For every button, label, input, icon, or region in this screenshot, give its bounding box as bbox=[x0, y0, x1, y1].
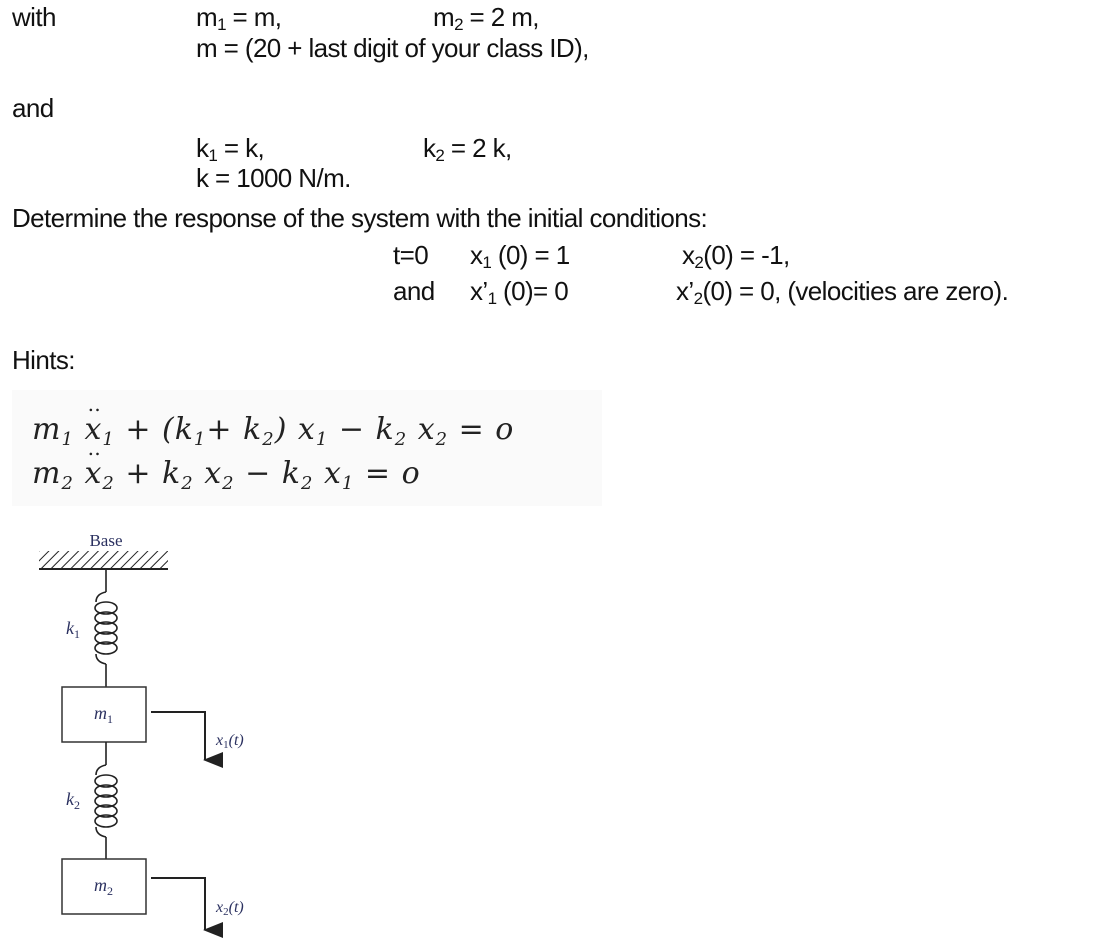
x2-value: (0) = -1, bbox=[703, 240, 790, 270]
m2-subscript: 2 bbox=[454, 15, 463, 34]
hint-equation-2: m2 x2 + k2 x2 − k2 x1 = o bbox=[32, 456, 421, 494]
eq1-k2-sub: 2 bbox=[262, 429, 275, 450]
eq1-k1-sub: 1 bbox=[193, 429, 207, 450]
eq2-minus: − k bbox=[234, 456, 301, 491]
v2-initial: x’2(0) = 0, (velocities are zero). bbox=[676, 276, 1009, 307]
m2-symbol: m bbox=[433, 2, 455, 32]
k2-symbol: k bbox=[423, 133, 436, 163]
eq2-plus: + k bbox=[114, 456, 182, 491]
k2-definition: k2 = 2 k, bbox=[423, 133, 512, 165]
eq1-x1-sub: 1 bbox=[315, 429, 329, 450]
m1-definition: m1 = m, bbox=[196, 2, 283, 34]
eq1-equals: = o bbox=[448, 412, 515, 447]
and-label: and bbox=[12, 93, 54, 123]
k2-subscript: 2 bbox=[435, 146, 445, 165]
eq2-x-sub: 2 bbox=[102, 473, 115, 494]
eq1-plus: + k bbox=[206, 412, 263, 447]
eq1-x2: x bbox=[407, 412, 436, 447]
x1-value: (0) = 1 bbox=[491, 240, 570, 270]
x1-arrow-icon bbox=[151, 711, 223, 768]
eq1-m-sub: 1 bbox=[61, 429, 74, 450]
spring-k2 bbox=[94, 742, 118, 859]
m1-symbol: m bbox=[196, 2, 218, 32]
x2-subscript: 2 bbox=[694, 253, 704, 272]
eq1-close: ) x bbox=[274, 412, 316, 447]
k2-value: = 2 k, bbox=[444, 133, 512, 163]
eq2-k2-sub: 2 bbox=[181, 473, 194, 494]
m-definition: m = (20 + last digit of your class ID), bbox=[196, 33, 589, 63]
k1-value: = k, bbox=[217, 133, 265, 163]
eq1-k2b-sub: 2 bbox=[394, 429, 408, 450]
t0-label: t=0 bbox=[393, 240, 429, 270]
x2-arrow-icon bbox=[151, 877, 223, 938]
base-label: Base bbox=[89, 531, 122, 550]
x2-initial: x2(0) = -1, bbox=[682, 240, 790, 272]
v1-initial: x’1 (0)= 0 bbox=[470, 276, 569, 307]
hint-equations-image: m1 x1 + (k1+ k2) x1 − k2 x2 = o m2 x2 + … bbox=[12, 390, 602, 506]
k-definition: k = 1000 N/m. bbox=[196, 163, 351, 193]
k2-label: k2 bbox=[66, 789, 80, 812]
hints-label: Hints: bbox=[12, 345, 75, 375]
x1-symbol: x bbox=[470, 240, 483, 270]
v2-symbol: x’ bbox=[676, 276, 694, 306]
eq1-mid: + (k bbox=[114, 412, 194, 447]
eq2-x1: x bbox=[313, 456, 342, 491]
hint-equation-1: m1 x1 + (k1+ k2) x1 − k2 x2 = o bbox=[32, 412, 515, 450]
eq1-x-sub: 1 bbox=[102, 429, 115, 450]
with-label: with bbox=[12, 2, 56, 32]
eq2-k2b-sub: 2 bbox=[300, 473, 314, 494]
k1-label: k1 bbox=[66, 618, 80, 641]
x2-label: x2(t) bbox=[215, 899, 244, 918]
spring-k1 bbox=[94, 569, 118, 687]
k1-symbol: k bbox=[196, 133, 209, 163]
eq2-x1-sub: 1 bbox=[341, 473, 355, 494]
v1-value: (0)= 0 bbox=[496, 276, 569, 306]
m1-subscript: 1 bbox=[217, 15, 226, 34]
eq1-x2-sub: 2 bbox=[435, 429, 449, 450]
task-prompt: Determine the response of the system wit… bbox=[12, 203, 708, 233]
mass-spring-diagram: Base k1 m1 x1(t) k2 m2 x2(t) bbox=[39, 531, 244, 938]
eq1-minus: − k bbox=[328, 412, 395, 447]
m1-value: = m, bbox=[225, 2, 283, 32]
base-hatch bbox=[39, 551, 168, 568]
v1-symbol: x’ bbox=[470, 276, 488, 306]
eq2-m-sub: 2 bbox=[61, 473, 74, 494]
m2-definition: m2 = 2 m, bbox=[433, 2, 540, 34]
x1-initial: x1 (0) = 1 bbox=[470, 240, 570, 272]
and-label-2: and bbox=[393, 276, 435, 306]
eq2-m: m bbox=[32, 456, 62, 491]
m2-value: = 2 m, bbox=[462, 2, 540, 32]
x1-subscript: 1 bbox=[482, 253, 492, 272]
v2-value: (0) = 0, (velocities are zero). bbox=[702, 276, 1009, 306]
eq2-x2-sub: 2 bbox=[222, 473, 235, 494]
eq2-xddot: x bbox=[84, 456, 102, 491]
eq2-x2: x bbox=[193, 456, 223, 491]
eq1-m: m bbox=[32, 412, 62, 447]
x1-label: x1(t) bbox=[215, 732, 244, 751]
k1-definition: k1 = k, bbox=[196, 133, 265, 164]
x2-symbol: x bbox=[682, 240, 695, 270]
eq2-equals: = o bbox=[354, 456, 421, 491]
